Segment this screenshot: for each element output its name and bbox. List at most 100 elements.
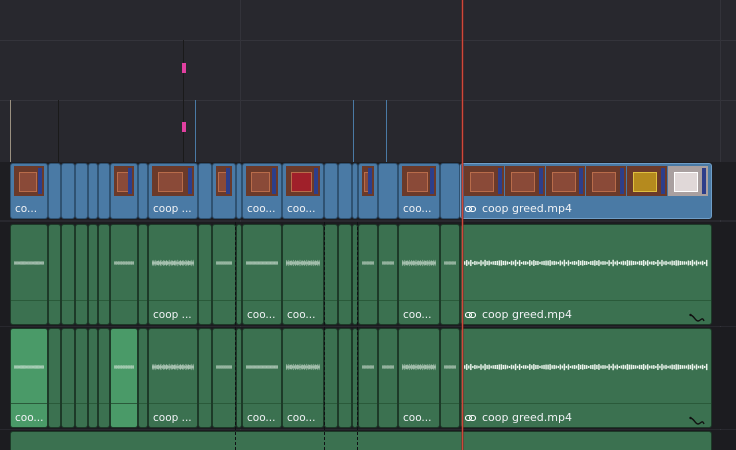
audio-clip[interactable] — [440, 328, 460, 428]
audio-clip[interactable] — [358, 224, 378, 325]
audio-clip[interactable] — [212, 328, 236, 428]
audio-clip[interactable] — [138, 224, 148, 325]
video-clip[interactable]: coo... — [242, 163, 282, 219]
volume-line[interactable] — [399, 300, 439, 301]
volume-line[interactable] — [99, 403, 109, 404]
volume-line[interactable] — [461, 300, 711, 301]
volume-line[interactable] — [399, 403, 439, 404]
fade-curve-icon[interactable] — [689, 308, 705, 322]
audio-clip[interactable] — [61, 328, 75, 428]
volume-line[interactable] — [325, 403, 337, 404]
volume-line[interactable] — [99, 300, 109, 301]
audio-clip[interactable] — [10, 431, 712, 450]
audio-clip[interactable] — [324, 328, 338, 428]
audio-clip-coop-greed[interactable]: coop greed.mp4 — [460, 224, 712, 325]
audio-clip[interactable] — [61, 224, 75, 325]
volume-line[interactable] — [237, 300, 241, 301]
video-clip[interactable] — [198, 163, 212, 219]
volume-line[interactable] — [76, 300, 87, 301]
video-clip[interactable]: co... — [10, 163, 48, 219]
volume-line[interactable] — [213, 300, 235, 301]
video-clip-coop-greed[interactable]: coop greed.mp4 — [460, 163, 712, 219]
audio-clip[interactable] — [440, 224, 460, 325]
volume-line[interactable] — [339, 403, 351, 404]
video-clip[interactable] — [61, 163, 75, 219]
audio-clip[interactable]: coop ... — [148, 224, 198, 325]
video-clip[interactable] — [212, 163, 236, 219]
video-clip[interactable] — [440, 163, 460, 219]
volume-line[interactable] — [89, 300, 97, 301]
audio-clip[interactable] — [198, 224, 212, 325]
volume-line[interactable] — [283, 300, 323, 301]
volume-line[interactable] — [11, 403, 47, 404]
volume-line[interactable] — [213, 403, 235, 404]
audio-clip[interactable] — [48, 328, 61, 428]
audio-clip[interactable] — [378, 224, 398, 325]
volume-line[interactable] — [49, 403, 60, 404]
video-clip[interactable] — [48, 163, 61, 219]
audio-clip[interactable]: coo... — [10, 328, 48, 428]
volume-line[interactable] — [379, 403, 397, 404]
volume-line[interactable] — [243, 300, 281, 301]
volume-line[interactable] — [461, 403, 711, 404]
volume-line[interactable] — [441, 300, 459, 301]
volume-line[interactable] — [283, 403, 323, 404]
volume-line[interactable] — [441, 403, 459, 404]
video-clip[interactable] — [98, 163, 110, 219]
volume-line[interactable] — [62, 403, 74, 404]
video-clip[interactable] — [358, 163, 378, 219]
audio-clip[interactable] — [110, 224, 138, 325]
audio-clip[interactable] — [338, 224, 352, 325]
volume-line[interactable] — [379, 300, 397, 301]
volume-line[interactable] — [359, 300, 377, 301]
video-clip[interactable] — [75, 163, 88, 219]
volume-line[interactable] — [237, 403, 241, 404]
audio-clip[interactable]: coop ... — [148, 328, 198, 428]
audio-clip[interactable] — [98, 224, 110, 325]
volume-line[interactable] — [89, 403, 97, 404]
volume-line[interactable] — [149, 403, 197, 404]
timeline[interactable]: co... coop ... coo... coo... coo... coop… — [0, 0, 736, 450]
volume-line[interactable] — [339, 300, 351, 301]
volume-line[interactable] — [76, 403, 87, 404]
video-clip[interactable] — [338, 163, 352, 219]
audio-clip[interactable]: coo... — [282, 328, 324, 428]
audio-clip[interactable] — [98, 328, 110, 428]
playhead[interactable] — [462, 0, 463, 450]
video-clip[interactable] — [324, 163, 338, 219]
audio-clip[interactable]: coo... — [282, 224, 324, 325]
volume-line[interactable] — [62, 300, 74, 301]
volume-line[interactable] — [199, 300, 211, 301]
audio-clip[interactable] — [10, 224, 48, 325]
volume-line[interactable] — [139, 403, 147, 404]
audio-clip[interactable] — [48, 224, 61, 325]
volume-line[interactable] — [325, 300, 337, 301]
video-clip[interactable] — [378, 163, 398, 219]
volume-line[interactable] — [111, 300, 137, 301]
video-clip[interactable] — [138, 163, 148, 219]
audio-clip[interactable] — [212, 224, 236, 325]
audio-clip[interactable]: coo... — [242, 224, 282, 325]
audio-clip[interactable] — [88, 224, 98, 325]
volume-line[interactable] — [359, 403, 377, 404]
volume-line[interactable] — [243, 403, 281, 404]
audio-clip[interactable] — [75, 328, 88, 428]
audio-clip[interactable] — [138, 328, 148, 428]
audio-clip[interactable] — [75, 224, 88, 325]
audio-clip[interactable] — [358, 328, 378, 428]
audio-clip[interactable] — [198, 328, 212, 428]
audio-clip[interactable] — [88, 328, 98, 428]
volume-line[interactable] — [199, 403, 211, 404]
volume-line[interactable] — [139, 300, 147, 301]
audio-clip-coop-greed[interactable]: coop greed.mp4 — [460, 328, 712, 428]
video-clip[interactable]: coo... — [398, 163, 440, 219]
audio-clip[interactable]: coo... — [242, 328, 282, 428]
audio-clip[interactable] — [378, 328, 398, 428]
video-clip[interactable] — [88, 163, 98, 219]
volume-line[interactable] — [149, 300, 197, 301]
video-clip[interactable]: coo... — [282, 163, 324, 219]
audio-clip[interactable]: coo... — [398, 224, 440, 325]
audio-clip[interactable]: coo... — [398, 328, 440, 428]
fade-curve-icon[interactable] — [689, 411, 705, 425]
volume-line[interactable] — [11, 300, 47, 301]
